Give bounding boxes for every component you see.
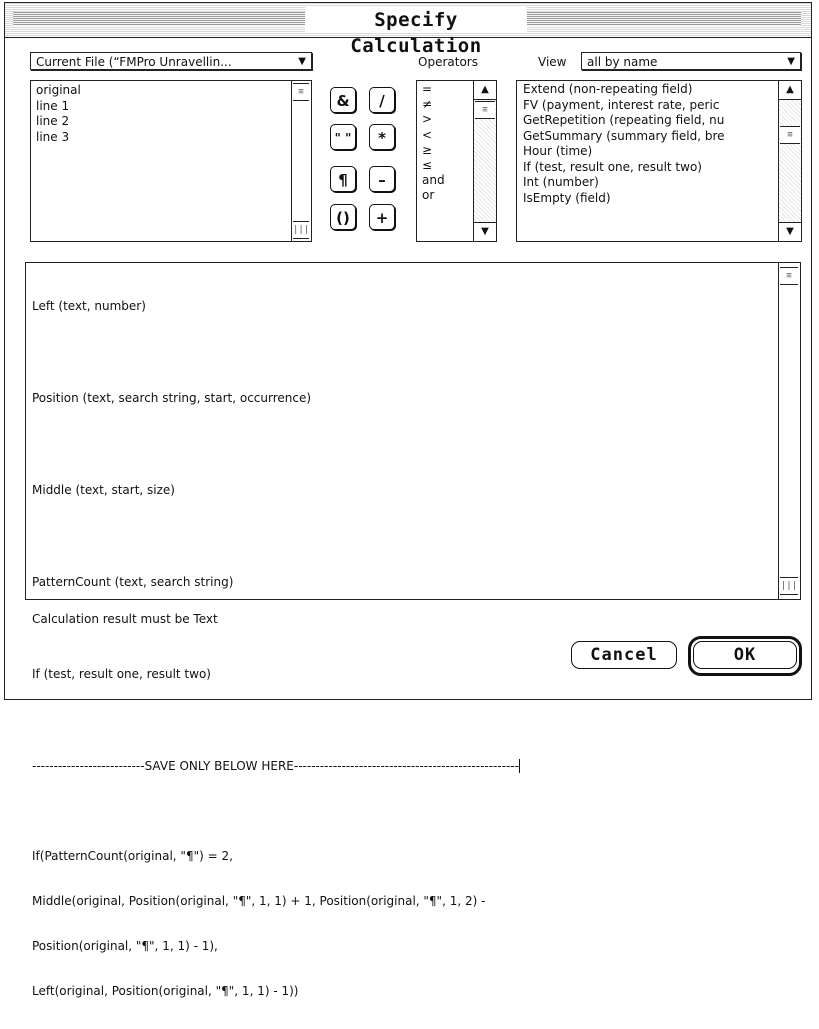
function-list[interactable]: Extend (non-repeating field) FV (payment… (516, 80, 802, 242)
function-item[interactable]: IsEmpty (field) (523, 191, 779, 207)
view-popup-value: all by name (587, 55, 658, 69)
separator-dashes-right: ----------------------------------------… (293, 759, 520, 773)
function-item[interactable]: FV (payment, interest rate, peric (523, 98, 779, 114)
function-item[interactable]: If (test, result one, result two) (523, 160, 779, 176)
triangle-up-icon[interactable]: ▲ (474, 81, 496, 100)
formula-line: PatternCount (text, search string) (32, 575, 234, 589)
plus-operator-button[interactable]: + (369, 204, 395, 230)
function-item[interactable]: Int (number) (523, 175, 779, 191)
function-item[interactable]: GetRepetition (repeating field, nu (523, 113, 779, 129)
scroll-thumb[interactable]: ≡ (780, 126, 800, 144)
view-popup[interactable]: all by name ▼ (581, 52, 801, 70)
scroll-grip-icon[interactable]: ||| (780, 577, 798, 595)
minus-operator-button[interactable]: – (369, 166, 395, 192)
triangle-up-icon[interactable]: ▲ (779, 81, 801, 100)
divide-operator-button[interactable]: / (369, 87, 395, 113)
code-line: Middle(original, Position(original, "¶",… (32, 894, 486, 908)
field-item[interactable]: line 2 (36, 114, 289, 130)
triangle-down-icon: ▼ (298, 56, 306, 67)
formula-line: If (test, result one, result two) (32, 667, 211, 681)
operator-item[interactable]: < (422, 128, 470, 143)
ampersand-operator-button[interactable]: & (330, 87, 356, 113)
text-caret (519, 759, 521, 773)
field-list-scrollbar[interactable]: ≡ ||| (291, 81, 311, 241)
file-popup[interactable]: Current File (“FMPro Unravellin... ▼ (30, 52, 312, 70)
multiply-operator-button[interactable]: * (369, 124, 395, 150)
quotes-operator-button[interactable]: " " (330, 124, 356, 150)
separator-line: -------------------------- SAVE ONLY BELO… (32, 759, 772, 773)
code-line: Left(original, Position(original, "¶", 1… (32, 984, 299, 998)
function-item[interactable]: Hour (time) (523, 144, 779, 160)
cancel-button[interactable]: Cancel (571, 641, 677, 669)
dialog-title: Specify Calculation (305, 7, 527, 57)
title-bar[interactable]: Specify Calculation (5, 3, 811, 57)
triangle-down-icon[interactable]: ▼ (474, 222, 496, 241)
code-line: Position(original, "¶", 1, 1) - 1), (32, 939, 218, 953)
title-bar-stripes-right (521, 12, 801, 26)
triangle-down-icon: ▼ (787, 56, 795, 67)
formula-scrollbar[interactable]: ≡ ||| (778, 263, 800, 599)
separator-dashes-left: -------------------------- (32, 759, 145, 773)
operator-item[interactable]: > (422, 112, 470, 127)
field-list[interactable]: original line 1 line 2 line 3 ≡ ||| (30, 80, 312, 242)
triangle-down-icon[interactable]: ▼ (779, 222, 801, 241)
operators-scrollbar[interactable]: ▲ ≡ ▼ (473, 81, 496, 241)
operator-item[interactable]: ≥ (422, 143, 470, 158)
field-item[interactable]: line 3 (36, 130, 289, 146)
field-item[interactable]: line 1 (36, 99, 289, 115)
separator-text: SAVE ONLY BELOW HERE (144, 759, 294, 773)
formula-editor[interactable]: Left (text, number) Position (text, sear… (25, 262, 801, 998)
file-popup-value: Current File (“FMPro Unravellin... (36, 55, 232, 69)
function-item[interactable]: Extend (non-repeating field) (523, 82, 779, 98)
formula-line: Position (text, search string, start, oc… (32, 391, 312, 405)
operator-item[interactable]: or (422, 188, 470, 203)
operator-item[interactable]: ≠ (422, 97, 470, 112)
code-line: If(PatternCount(original, "¶") = 2, (32, 849, 233, 863)
parentheses-operator-button[interactable]: () (330, 204, 356, 230)
formula-line: Left (text, number) (32, 299, 146, 313)
operator-item[interactable]: ≤ (422, 158, 470, 173)
ok-button[interactable]: OK (693, 641, 797, 669)
function-list-scrollbar[interactable]: ▲ ≡ ▼ (778, 81, 801, 241)
scroll-grip-icon[interactable]: ≡ (293, 83, 309, 101)
formula-line: Middle (text, start, size) (32, 483, 175, 497)
scroll-grip-icon[interactable]: ≡ (780, 267, 798, 285)
scroll-thumb[interactable]: ≡ (475, 101, 495, 119)
operators-label: Operators (418, 55, 478, 69)
view-label: View (538, 55, 567, 69)
operator-item[interactable]: = (422, 82, 470, 97)
field-item[interactable]: original (36, 83, 289, 99)
function-item[interactable]: GetSummary (summary field, bre (523, 129, 779, 145)
result-type-label: Calculation result must be Text (32, 612, 218, 626)
operators-list[interactable]: = ≠ > < ≥ ≤ and or ▲ ≡ ▼ (416, 80, 497, 242)
title-bar-stripes-left (13, 12, 309, 26)
operator-item[interactable]: and (422, 173, 470, 188)
scroll-grip-icon[interactable]: ||| (293, 221, 309, 239)
paragraph-operator-button[interactable]: ¶ (330, 166, 356, 192)
